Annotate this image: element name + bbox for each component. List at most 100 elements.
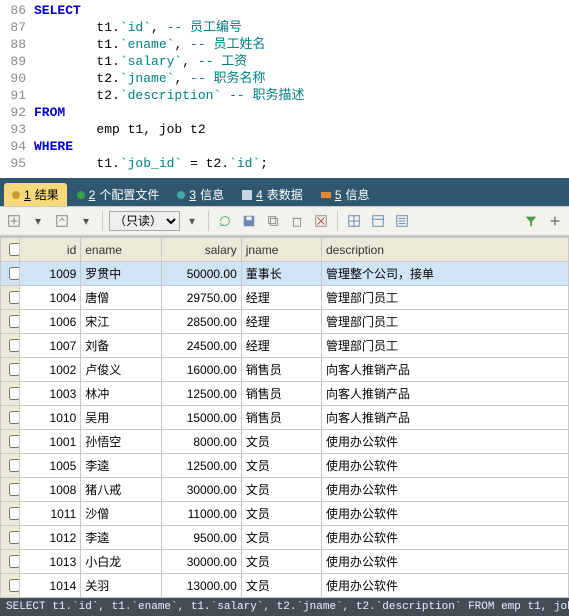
- cell-id[interactable]: 1014: [19, 574, 81, 598]
- cell-ename[interactable]: 小白龙: [81, 550, 161, 574]
- grid-dropdown-icon[interactable]: ▾: [28, 211, 48, 231]
- row-checkbox[interactable]: [1, 526, 20, 550]
- table-row[interactable]: 1006宋江28500.00经理管理部门员工: [1, 310, 569, 334]
- table-row[interactable]: 1001孙悟空8000.00文员使用办公软件: [1, 430, 569, 454]
- table-row[interactable]: 1012李逵9500.00文员使用办公软件: [1, 526, 569, 550]
- code-line[interactable]: 87 t1.`id`, -- 员工编号: [0, 19, 569, 36]
- cell-id[interactable]: 1013: [19, 550, 81, 574]
- table-row[interactable]: 1010吴用15000.00销售员向客人推销产品: [1, 406, 569, 430]
- table-row[interactable]: 1008猪八戒30000.00文员使用办公软件: [1, 478, 569, 502]
- cell-id[interactable]: 1012: [19, 526, 81, 550]
- code-text[interactable]: t2.`jname`, -- 职务名称: [34, 70, 265, 87]
- row-checkbox[interactable]: [1, 358, 20, 382]
- code-text[interactable]: t1.`ename`, -- 员工姓名: [34, 36, 265, 53]
- row-checkbox[interactable]: [1, 310, 20, 334]
- cell-id[interactable]: 1002: [19, 358, 81, 382]
- cell-jname[interactable]: 文员: [241, 550, 321, 574]
- cell-id[interactable]: 1001: [19, 430, 81, 454]
- cell-id[interactable]: 1005: [19, 454, 81, 478]
- table-row[interactable]: 1004唐僧29750.00经理管理部门员工: [1, 286, 569, 310]
- cancel-icon[interactable]: [311, 211, 331, 231]
- cell-salary[interactable]: 12500.00: [161, 382, 241, 406]
- cell-description[interactable]: 向客人推销产品: [322, 406, 569, 430]
- code-text[interactable]: t2.`description` -- 职务描述: [34, 87, 304, 104]
- cell-description[interactable]: 管理部门员工: [322, 334, 569, 358]
- code-line[interactable]: 92FROM: [0, 104, 569, 121]
- cell-ename[interactable]: 刘备: [81, 334, 161, 358]
- cell-id[interactable]: 1011: [19, 502, 81, 526]
- code-line[interactable]: 90 t2.`jname`, -- 职务名称: [0, 70, 569, 87]
- code-text[interactable]: FROM: [34, 104, 65, 121]
- cell-ename[interactable]: 李逵: [81, 454, 161, 478]
- row-checkbox[interactable]: [1, 406, 20, 430]
- cell-salary[interactable]: 15000.00: [161, 406, 241, 430]
- cell-id[interactable]: 1004: [19, 286, 81, 310]
- cell-id[interactable]: 1007: [19, 334, 81, 358]
- cell-jname[interactable]: 文员: [241, 430, 321, 454]
- cell-ename[interactable]: 吴用: [81, 406, 161, 430]
- cell-ename[interactable]: 卢俊义: [81, 358, 161, 382]
- row-checkbox[interactable]: [1, 550, 20, 574]
- cell-jname[interactable]: 文员: [241, 478, 321, 502]
- code-text[interactable]: WHERE: [34, 138, 73, 155]
- cell-salary[interactable]: 11000.00: [161, 502, 241, 526]
- cell-jname[interactable]: 经理: [241, 310, 321, 334]
- tab-信息[interactable]: 3 信息: [169, 183, 232, 206]
- cell-ename[interactable]: 猪八戒: [81, 478, 161, 502]
- cell-id[interactable]: 1008: [19, 478, 81, 502]
- cell-description[interactable]: 使用办公软件: [322, 430, 569, 454]
- code-text[interactable]: t1.`id`, -- 员工编号: [34, 19, 242, 36]
- row-checkbox[interactable]: [1, 286, 20, 310]
- filter-icon[interactable]: [521, 211, 541, 231]
- code-text[interactable]: t1.`job_id` = t2.`id`;: [34, 155, 268, 172]
- edit-mode-select[interactable]: （只读） ▾: [109, 211, 202, 231]
- result-grid[interactable]: idenamesalaryjnamedescription1009罗贯中5000…: [0, 236, 569, 598]
- cell-salary[interactable]: 29750.00: [161, 286, 241, 310]
- refresh-icon[interactable]: [215, 211, 235, 231]
- cell-salary[interactable]: 16000.00: [161, 358, 241, 382]
- cell-id[interactable]: 1006: [19, 310, 81, 334]
- row-checkbox[interactable]: [1, 334, 20, 358]
- cell-ename[interactable]: 唐僧: [81, 286, 161, 310]
- cell-description[interactable]: 使用办公软件: [322, 502, 569, 526]
- cell-salary[interactable]: 12500.00: [161, 454, 241, 478]
- code-line[interactable]: 95 t1.`job_id` = t2.`id`;: [0, 155, 569, 172]
- settings-icon[interactable]: [545, 211, 565, 231]
- cell-ename[interactable]: 关羽: [81, 574, 161, 598]
- table-row[interactable]: 1003林冲12500.00销售员向客人推销产品: [1, 382, 569, 406]
- code-line[interactable]: 93 emp t1, job t2: [0, 121, 569, 138]
- row-checkbox[interactable]: [1, 574, 20, 598]
- cell-ename[interactable]: 罗贯中: [81, 262, 161, 286]
- cell-ename[interactable]: 林冲: [81, 382, 161, 406]
- cell-description[interactable]: 使用办公软件: [322, 574, 569, 598]
- cell-jname[interactable]: 销售员: [241, 358, 321, 382]
- cell-salary[interactable]: 50000.00: [161, 262, 241, 286]
- code-text[interactable]: t1.`salary`, -- 工资: [34, 53, 247, 70]
- delete-icon[interactable]: [287, 211, 307, 231]
- cell-description[interactable]: 管理整个公司，接单: [322, 262, 569, 286]
- cell-salary[interactable]: 24500.00: [161, 334, 241, 358]
- code-line[interactable]: 94WHERE: [0, 138, 569, 155]
- cell-salary[interactable]: 30000.00: [161, 550, 241, 574]
- cell-salary[interactable]: 13000.00: [161, 574, 241, 598]
- cell-description[interactable]: 使用办公软件: [322, 478, 569, 502]
- tab-结果[interactable]: 1 结果: [4, 183, 67, 206]
- view-grid-icon[interactable]: [344, 211, 364, 231]
- grid-add-row-icon[interactable]: [4, 211, 24, 231]
- row-checkbox[interactable]: [1, 430, 20, 454]
- table-row[interactable]: 1013小白龙30000.00文员使用办公软件: [1, 550, 569, 574]
- cell-jname[interactable]: 文员: [241, 502, 321, 526]
- row-checkbox[interactable]: [1, 382, 20, 406]
- cell-description[interactable]: 管理部门员工: [322, 286, 569, 310]
- cell-description[interactable]: 向客人推销产品: [322, 382, 569, 406]
- row-checkbox[interactable]: [1, 262, 20, 286]
- table-row[interactable]: 1009罗贯中50000.00董事长管理整个公司，接单: [1, 262, 569, 286]
- table-row[interactable]: 1005李逵12500.00文员使用办公软件: [1, 454, 569, 478]
- cell-salary[interactable]: 8000.00: [161, 430, 241, 454]
- edit-mode-dropdown[interactable]: （只读）: [109, 211, 180, 231]
- cell-salary[interactable]: 9500.00: [161, 526, 241, 550]
- cell-description[interactable]: 向客人推销产品: [322, 358, 569, 382]
- col-jname[interactable]: jname: [241, 238, 321, 262]
- cell-jname[interactable]: 文员: [241, 574, 321, 598]
- view-form-icon[interactable]: [368, 211, 388, 231]
